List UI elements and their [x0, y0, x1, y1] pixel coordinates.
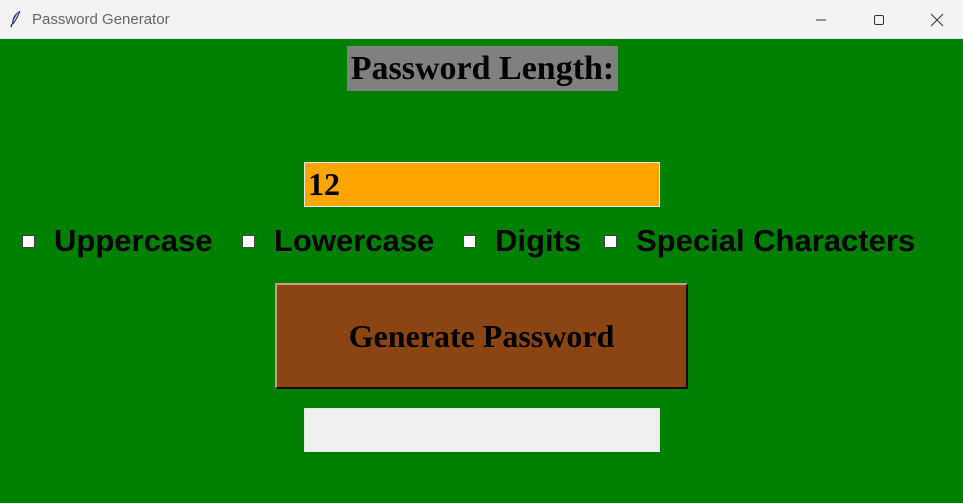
uppercase-option[interactable]: Uppercase: [22, 220, 213, 262]
lowercase-checkbox[interactable]: [242, 234, 255, 248]
lowercase-option[interactable]: Lowercase: [242, 220, 434, 262]
minimize-button[interactable]: [792, 0, 850, 39]
close-icon: [930, 13, 944, 26]
app-window: Password Generator Password Length: Uppe…: [0, 0, 963, 503]
maximize-button[interactable]: [850, 0, 908, 39]
digits-option[interactable]: Digits: [463, 220, 581, 262]
main-panel: Password Length: Uppercase Lowercase Dig…: [0, 39, 963, 503]
password-output-field[interactable]: [304, 408, 660, 452]
special-characters-label: Special Characters: [636, 223, 916, 258]
generate-password-button[interactable]: Generate Password: [275, 283, 688, 389]
uppercase-label: Uppercase: [54, 223, 213, 258]
close-button[interactable]: [908, 0, 963, 39]
feather-icon: [10, 10, 21, 28]
password-length-label: Password Length:: [347, 46, 618, 91]
special-characters-option[interactable]: Special Characters: [604, 220, 915, 262]
lowercase-label: Lowercase: [274, 223, 435, 258]
maximize-icon: [874, 14, 884, 25]
password-length-input[interactable]: [304, 162, 660, 207]
uppercase-checkbox[interactable]: [22, 234, 35, 248]
character-options: Uppercase Lowercase Digits Special Chara…: [0, 220, 963, 262]
digits-label: Digits: [495, 223, 582, 258]
special-characters-checkbox[interactable]: [604, 234, 617, 248]
minimize-icon: [816, 19, 826, 20]
title-bar[interactable]: Password Generator: [0, 0, 963, 39]
window-title: Password Generator: [32, 11, 170, 28]
digits-checkbox[interactable]: [463, 234, 476, 248]
